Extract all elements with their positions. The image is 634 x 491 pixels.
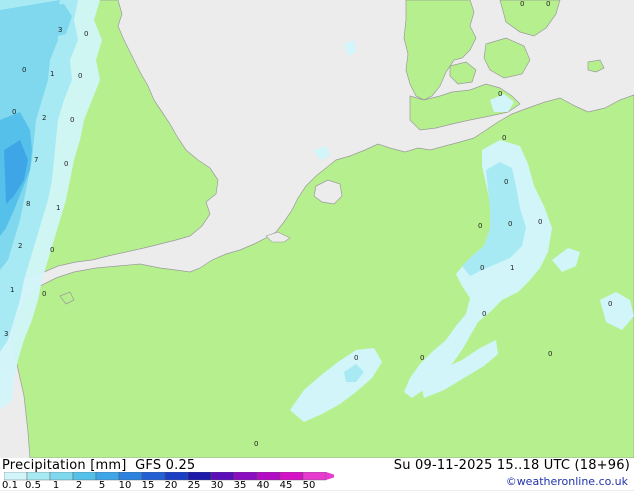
colorbar-swatch [279, 472, 304, 481]
value-label: 3 [58, 26, 62, 34]
colorbar-swatch [49, 472, 74, 481]
colorbar-swatch [164, 472, 189, 481]
value-label: 7 [34, 156, 38, 164]
value-label: 1 [510, 264, 514, 272]
value-label: 0 [22, 66, 26, 74]
value-label: 0 [508, 220, 512, 228]
colorbar-tick-label: 40 [256, 480, 270, 491]
value-label: 0 [482, 310, 486, 318]
value-label: 0 [478, 222, 482, 230]
value-label: 0 [354, 354, 358, 362]
value-label: 2 [18, 242, 22, 250]
copyright-text: weatheronline.co.uk [516, 475, 628, 488]
value-label: 0 [608, 300, 612, 308]
colorbar-tick-label: 20 [164, 480, 178, 491]
copyright[interactable]: ©weatheronline.co.uk [506, 475, 628, 488]
value-label: 0 [480, 264, 484, 272]
value-label: 0 [78, 72, 82, 80]
colorbar-tick-label: 25 [187, 480, 201, 491]
colorbar-tick-label: 10 [118, 480, 132, 491]
value-label: 0 [502, 134, 506, 142]
colorbar-swatch [233, 472, 258, 481]
colorbar-tick-label: 1 [52, 480, 60, 491]
colorbar-tick-label: 15 [141, 480, 155, 491]
value-label: 1 [56, 204, 60, 212]
value-label: 0 [12, 108, 16, 116]
value-label: 0 [420, 354, 424, 362]
value-label: 0 [254, 440, 258, 448]
value-label: 3 [4, 330, 8, 338]
value-label: 0 [538, 218, 542, 226]
value-label: 0 [498, 90, 502, 98]
colorbar-swatch [210, 472, 235, 481]
colorbar-swatch [95, 472, 120, 481]
colorbar-tick-label: 2 [75, 480, 83, 491]
value-label: 8 [26, 200, 30, 208]
copyright-icon: © [505, 475, 517, 488]
value-label: 0 [64, 160, 68, 168]
value-label: 0 [548, 350, 552, 358]
value-label: 2 [42, 114, 46, 122]
value-label: 0 [50, 246, 54, 254]
value-label: 0 [70, 116, 74, 124]
colorbar-tick-label: 0.1 [2, 480, 18, 491]
colorbar-swatch [141, 472, 166, 481]
colorbar-arrow [326, 472, 334, 480]
colorbar-tick-label: 0.5 [25, 480, 41, 491]
value-label: 1 [50, 70, 54, 78]
precipitation-map: 3 0 0 1 0 0 2 0 7 0 8 1 2 0 1 0 3 0 0 0 … [0, 0, 634, 458]
colorbar-tick-label: 35 [233, 480, 247, 491]
product-title: Precipitation [mm] GFS 0.25 [2, 458, 195, 473]
valid-time: Su 09-11-2025 15..18 UTC (18+96) [393, 458, 630, 473]
colorbar-tick-label: 45 [279, 480, 293, 491]
colorbar-swatch [26, 472, 51, 481]
colorbar-swatch [72, 472, 97, 481]
colorbar-swatch [118, 472, 143, 481]
colorbar-swatch [302, 472, 327, 481]
value-label: 1 [10, 286, 14, 294]
value-label: 0 [42, 290, 46, 298]
colorbar-swatch [256, 472, 281, 481]
colorbar-swatch [187, 472, 212, 481]
product-label: Precipitation [mm] [2, 458, 127, 473]
value-label: 0 [84, 30, 88, 38]
value-label: 0 [504, 178, 508, 186]
colorbar-tick-label: 50 [302, 480, 316, 491]
value-label: 0 [546, 0, 550, 8]
model-name: GFS 0.25 [135, 458, 196, 473]
value-label: 0 [520, 0, 524, 8]
colorbar-tick-label: 30 [210, 480, 224, 491]
colorbar-swatch [4, 472, 28, 481]
colorbar-tick-label: 5 [98, 480, 106, 491]
